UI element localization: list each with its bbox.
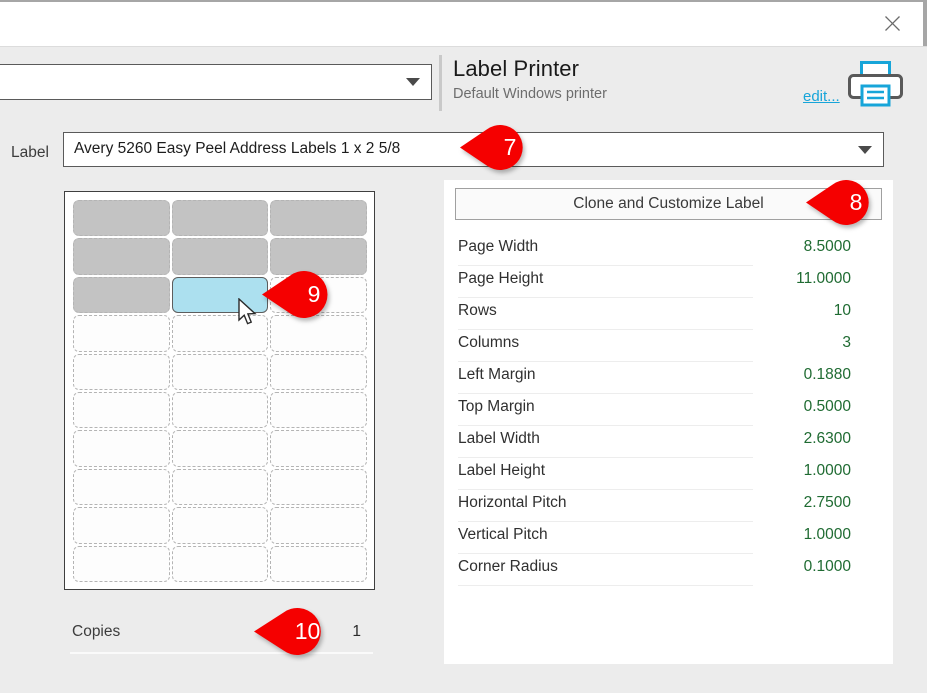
label-grid [72, 199, 368, 583]
copies-field[interactable]: Copies 1 [70, 620, 373, 654]
property-value: 2.6300 [803, 430, 851, 447]
property-value: 2.7500 [803, 494, 851, 511]
property-row[interactable]: Vertical Pitch 1.0000 [444, 522, 893, 554]
label-sheet-preview[interactable] [64, 191, 375, 590]
property-row[interactable]: Left Margin 0.1880 [444, 362, 893, 394]
property-name: Columns [458, 334, 520, 351]
property-row[interactable]: Label Height 1.0000 [444, 458, 893, 490]
label-cell-filled[interactable] [73, 276, 170, 314]
property-value: 8.5000 [803, 238, 851, 255]
property-name: Label Height [458, 462, 546, 479]
property-row[interactable]: Page Width 8.5000 [444, 234, 893, 266]
label-cell-empty[interactable] [171, 545, 269, 582]
property-value: 11.0000 [796, 270, 851, 287]
label-cell-empty[interactable] [270, 468, 367, 506]
header-vertical-divider [439, 55, 442, 111]
label-cell-empty[interactable] [171, 430, 269, 467]
label-cell-empty[interactable] [270, 315, 367, 352]
label-cell-filled[interactable] [171, 238, 269, 275]
property-name: Label Width [458, 430, 540, 447]
title-bar [0, 0, 927, 46]
copies-value: 1 [352, 623, 361, 640]
label-cell-empty[interactable] [270, 392, 367, 429]
label-cell-empty[interactable] [73, 392, 170, 429]
property-value: 10 [833, 302, 851, 319]
chevron-down-icon [858, 145, 872, 154]
label-cell-filled[interactable] [171, 200, 269, 237]
label-cell-filled[interactable] [73, 238, 170, 275]
property-row[interactable]: Rows 10 [444, 298, 893, 330]
property-value: 0.1000 [803, 558, 851, 575]
label-cell-empty[interactable] [171, 392, 269, 429]
label-select-value: Avery 5260 Easy Peel Address Labels 1 x … [74, 140, 401, 157]
label-cell-empty[interactable] [270, 276, 367, 314]
property-value: 1.0000 [803, 462, 851, 479]
printer-title: Label Printer [453, 56, 580, 81]
printer-select[interactable] [0, 64, 432, 100]
property-value: 0.5000 [803, 398, 851, 415]
property-row[interactable]: Columns 3 [444, 330, 893, 362]
label-cell-empty[interactable] [73, 468, 170, 506]
printer-subtitle: Default Windows printer [453, 86, 607, 102]
printer-icon[interactable] [848, 61, 903, 109]
close-icon[interactable] [869, 0, 915, 46]
label-cell-empty[interactable] [73, 315, 170, 352]
property-row[interactable]: Label Width 2.6300 [444, 426, 893, 458]
print-labels-dialog: Label Printer Default Windows printer ed… [0, 0, 927, 693]
property-separator [458, 585, 753, 586]
property-name: Page Width [458, 238, 539, 255]
label-cell-filled[interactable] [270, 238, 367, 275]
label-cell-empty[interactable] [270, 545, 367, 582]
label-cell-empty[interactable] [171, 353, 269, 390]
copies-label: Copies [72, 623, 121, 640]
property-name: Horizontal Pitch [458, 494, 567, 511]
title-bar-top-border [0, 0, 927, 2]
property-row[interactable]: Corner Radius 0.1000 [444, 554, 893, 586]
label-cell-empty[interactable] [171, 507, 269, 544]
label-select[interactable]: Avery 5260 Easy Peel Address Labels 1 x … [63, 132, 884, 167]
title-bar-right-border [923, 0, 927, 46]
property-row[interactable]: Horizontal Pitch 2.7500 [444, 490, 893, 522]
label-cell-selected[interactable] [171, 276, 269, 314]
property-name: Rows [458, 302, 497, 319]
property-name: Corner Radius [458, 558, 558, 575]
label-cell-filled[interactable] [270, 200, 367, 237]
property-name: Vertical Pitch [458, 526, 548, 543]
label-cell-filled[interactable] [73, 200, 170, 237]
property-name: Top Margin [458, 398, 535, 415]
label-properties-list: Page Width 8.5000 Page Height 11.0000 Rows 10… [444, 234, 893, 586]
label-cell-empty[interactable] [171, 468, 269, 506]
printer-info: Label Printer Default Windows printer [453, 56, 793, 104]
edit-printer-link[interactable]: edit... [803, 88, 840, 105]
property-row[interactable]: Top Margin 0.5000 [444, 394, 893, 426]
property-value: 3 [842, 334, 851, 351]
label-cell-empty[interactable] [270, 430, 367, 467]
property-row[interactable]: Page Height 11.0000 [444, 266, 893, 298]
label-cell-empty[interactable] [73, 507, 170, 544]
label-cell-empty[interactable] [73, 430, 170, 467]
property-value: 0.1880 [803, 366, 851, 383]
property-value: 1.0000 [803, 526, 851, 543]
label-cell-empty[interactable] [171, 315, 269, 352]
label-cell-empty[interactable] [73, 545, 170, 582]
label-properties-panel: Clone and Customize Label Page Width 8.50… [444, 180, 893, 664]
label-cell-empty[interactable] [270, 507, 367, 544]
chevron-down-icon [406, 78, 420, 86]
label-selector-caption: Label [11, 144, 49, 161]
property-name: Left Margin [458, 366, 536, 383]
property-name: Page Height [458, 270, 544, 287]
label-cell-empty[interactable] [73, 353, 170, 390]
clone-and-customize-button[interactable]: Clone and Customize Label [455, 188, 882, 220]
label-cell-empty[interactable] [270, 353, 367, 390]
